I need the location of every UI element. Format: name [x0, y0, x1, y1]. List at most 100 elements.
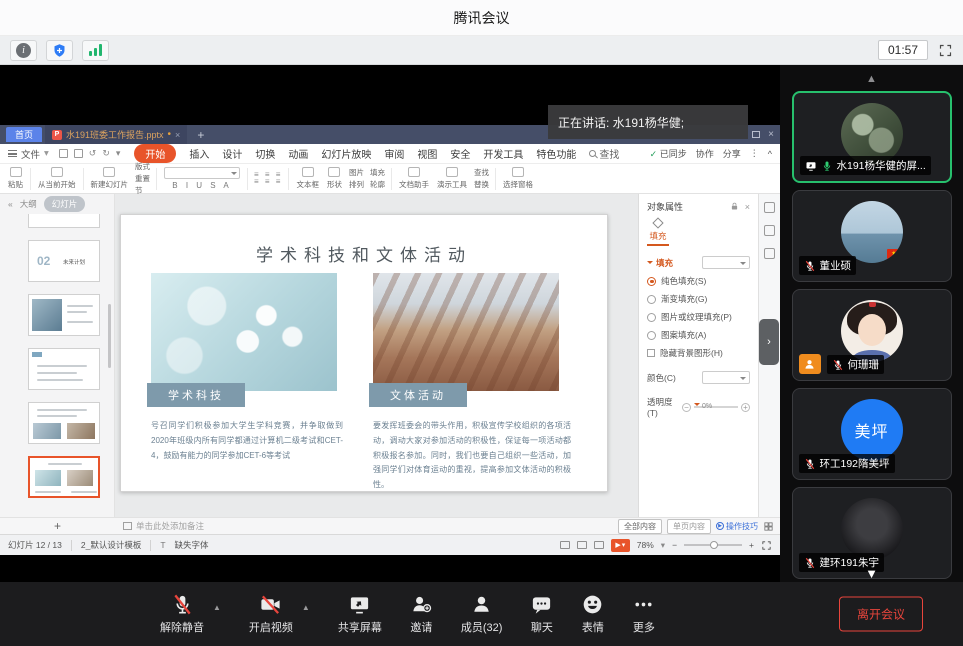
- option-picture-fill[interactable]: 图片或纹理填充(P): [647, 311, 750, 323]
- save-icon[interactable]: [59, 149, 68, 158]
- scroll-down-arrow[interactable]: ▼: [865, 566, 878, 581]
- collaborate-button[interactable]: 协作: [696, 147, 714, 160]
- slide-thumb-11[interactable]: 11: [28, 402, 100, 444]
- close-tab-icon[interactable]: ×: [175, 130, 180, 140]
- current-slide[interactable]: 学术科技和文体活动 学术科技 文体活动 号召同学们积极参加大学生学科竞赛，并争取…: [120, 214, 608, 492]
- ribbon-new-slide[interactable]: 新建幻灯片: [87, 167, 133, 190]
- panel-collapse-handle[interactable]: ›: [759, 319, 779, 365]
- fullscreen-icon[interactable]: [938, 43, 953, 58]
- synced-status[interactable]: ✓ 已同步: [650, 147, 687, 160]
- wps-home-tab[interactable]: 首页: [6, 127, 42, 142]
- tab-transition[interactable]: 切换: [255, 146, 275, 161]
- start-video-button[interactable]: 开启视频: [249, 593, 293, 635]
- participant-tile[interactable]: 美坪 环工192隋美坪: [792, 388, 952, 480]
- missing-font-label[interactable]: 缺失字体: [175, 539, 209, 551]
- members-button[interactable]: 成员(32): [461, 593, 503, 635]
- ribbon-replace[interactable]: 替换: [474, 179, 489, 190]
- tab-design[interactable]: 设计: [222, 146, 242, 161]
- flowchart-tool-icon[interactable]: [764, 248, 775, 259]
- tab-review[interactable]: 审阅: [384, 146, 404, 161]
- slideshow-play-button[interactable]: ▶▾: [611, 539, 630, 552]
- ribbon-fill[interactable]: 填充: [370, 167, 385, 178]
- ribbon-paste[interactable]: 粘贴: [4, 167, 27, 190]
- slide-thumb-8[interactable]: 8 02 未来计划: [28, 240, 100, 282]
- close-panel-icon[interactable]: ×: [745, 202, 750, 212]
- section-collapse-icon[interactable]: [647, 261, 653, 267]
- file-menu-button[interactable]: 文件 ▾: [8, 147, 49, 161]
- share-button[interactable]: 分享: [723, 147, 741, 160]
- slide-thumb-12-selected[interactable]: 12: [28, 456, 100, 498]
- participant-tile[interactable]: ★ 董业硕: [792, 190, 952, 282]
- reading-view-icon[interactable]: [594, 541, 604, 549]
- ribbon-picture[interactable]: 图片: [349, 167, 364, 178]
- font-style-buttons[interactable]: B I U S A: [164, 181, 240, 190]
- new-tab-button[interactable]: +: [197, 128, 204, 142]
- font-name-select[interactable]: [164, 167, 240, 179]
- animation-tool-icon[interactable]: [764, 225, 775, 236]
- add-slide-button[interactable]: +: [0, 519, 115, 533]
- participant-tile-sharing[interactable]: 水191杨华健的屏...: [792, 91, 952, 183]
- ribbon-doc-assistant[interactable]: 文档助手: [395, 167, 433, 190]
- undo-icon[interactable]: ↺: [89, 148, 97, 159]
- wps-document-tab[interactable]: P 水191班委工作报告.pptx • ×: [45, 125, 187, 144]
- zoom-in-icon[interactable]: +: [749, 540, 754, 550]
- ribbon-arrange[interactable]: 排列: [349, 179, 364, 190]
- ribbon-selection-pane[interactable]: 选择窗格: [499, 167, 537, 190]
- fill-tab[interactable]: 填充: [647, 219, 669, 246]
- more-button[interactable]: 更多: [632, 593, 655, 635]
- quick-access-toolbar[interactable]: ↺ ↻ ▾: [59, 148, 121, 159]
- outline-tab[interactable]: 大纲: [20, 198, 37, 210]
- qat-dropdown-icon[interactable]: ▾: [116, 148, 121, 159]
- option-hide-background[interactable]: 隐藏背景图形(H): [647, 347, 750, 359]
- thumbnail-scrollbar[interactable]: [108, 304, 111, 368]
- tab-view[interactable]: 视图: [417, 146, 437, 161]
- security-button[interactable]: [46, 40, 73, 61]
- paragraph-align-group[interactable]: ≡ ≡ ≡≡ ≡ ≡: [251, 172, 285, 185]
- share-screen-button[interactable]: 共享屏幕: [338, 593, 382, 635]
- tab-insert[interactable]: 插入: [189, 146, 209, 161]
- ribbon-present-tools[interactable]: 演示工具: [433, 167, 471, 190]
- single-page-button[interactable]: 单页内容: [667, 519, 711, 534]
- collapse-ribbon-icon[interactable]: ^: [768, 149, 772, 159]
- restore-window-icon[interactable]: [752, 131, 760, 138]
- notes-placeholder[interactable]: 单击此处添加备注: [136, 520, 204, 532]
- network-status-button[interactable]: [82, 40, 109, 61]
- zoom-slider-handle[interactable]: [710, 541, 718, 549]
- collapse-panel-icon[interactable]: «: [8, 199, 13, 209]
- template-name[interactable]: 2_默认设计模板: [81, 539, 141, 551]
- tips-link[interactable]: ▶ 操作技巧: [716, 521, 758, 532]
- mic-options-caret[interactable]: ▲: [213, 603, 221, 612]
- fit-screen-icon[interactable]: [761, 540, 772, 551]
- sorter-view-icon[interactable]: [577, 541, 587, 549]
- color-dropdown[interactable]: [702, 371, 750, 384]
- ribbon-layout[interactable]: 版式: [135, 161, 150, 172]
- close-window-icon[interactable]: ×: [768, 129, 774, 140]
- unmute-button[interactable]: 解除静音: [160, 593, 204, 635]
- decrease-icon[interactable]: −: [682, 403, 691, 412]
- scroll-up-arrow[interactable]: ▲: [780, 73, 963, 87]
- tab-slideshow[interactable]: 幻灯片放映: [321, 146, 371, 161]
- properties-tool-icon[interactable]: [764, 202, 775, 213]
- emoji-button[interactable]: 表情: [581, 593, 604, 635]
- participant-tile[interactable]: 何珊珊: [792, 289, 952, 381]
- increase-icon[interactable]: +: [741, 403, 750, 412]
- ribbon-outline[interactable]: 轮廓: [370, 179, 385, 190]
- find-command[interactable]: 查找: [589, 146, 619, 161]
- chat-button[interactable]: 聊天: [530, 593, 553, 635]
- option-gradient-fill[interactable]: 渐变填充(G): [647, 293, 750, 305]
- meeting-info-button[interactable]: i: [10, 40, 37, 61]
- ribbon-find[interactable]: 查找: [474, 167, 489, 178]
- fill-type-dropdown[interactable]: [702, 256, 750, 269]
- print-icon[interactable]: [74, 149, 83, 158]
- slide-thumb-partial[interactable]: [28, 214, 100, 228]
- zoom-out-icon[interactable]: −: [672, 540, 677, 550]
- redo-icon[interactable]: ↻: [102, 148, 110, 159]
- zoom-dropdown-icon[interactable]: ▾: [661, 540, 665, 551]
- ribbon-textbox[interactable]: 文本框: [292, 167, 323, 190]
- slide-thumb-10[interactable]: 10: [28, 348, 100, 390]
- leave-meeting-button[interactable]: 离开会议: [839, 597, 923, 632]
- transparency-slider[interactable]: − 0% +: [682, 403, 750, 412]
- ribbon-shapes[interactable]: 形状: [323, 167, 346, 190]
- tab-features[interactable]: 特色功能: [536, 146, 576, 161]
- layout-grid-icon[interactable]: [763, 521, 774, 532]
